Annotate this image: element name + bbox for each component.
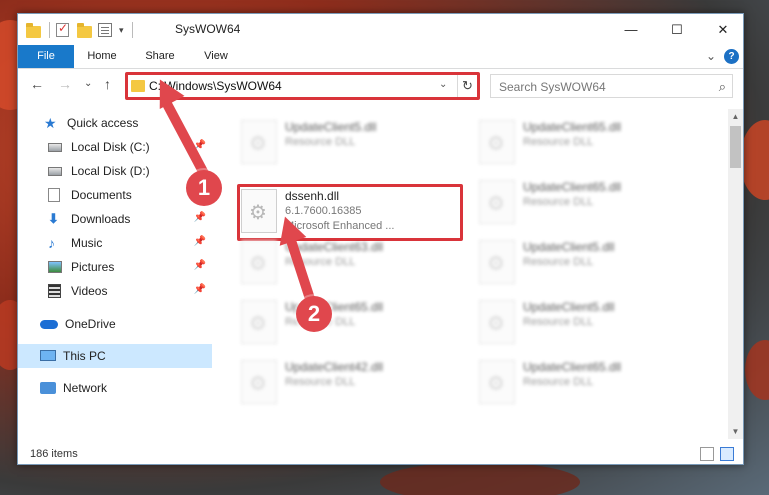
pin-icon[interactable]: 📌 [194,260,206,271]
item-count: 186 items [30,448,78,460]
dll-file-icon [241,240,277,284]
new-folder-icon[interactable] [77,22,92,38]
properties-list-icon[interactable] [98,22,113,38]
background-leaf [740,120,769,200]
toolbar-divider [131,22,133,38]
customize-toolbar-icon[interactable]: ▾ [119,25,124,36]
dll-file-icon [479,300,515,344]
window-title: SysWOW64 [175,22,241,36]
file-tile[interactable]: UpdateClient5.dll Resource DLL [475,235,703,291]
scrollbar-thumb[interactable] [730,126,741,168]
this-pc-icon [40,349,56,363]
sidebar-item-local-disk-d[interactable]: Local Disk (D:) [18,159,212,183]
status-bar: 186 items [18,444,743,465]
navigation-pane: ★ Quick access Local Disk (C:) 📌 Local D… [18,109,214,439]
tab-home[interactable]: Home [80,45,124,68]
dll-file-icon [241,300,277,344]
close-button[interactable]: ✕ [700,14,746,45]
toolbar-divider [49,22,50,38]
file-tile[interactable]: UpdateClient5.dll Resource DLL [237,115,465,171]
sidebar-item-videos[interactable]: Videos 📌 [18,279,212,303]
network-icon [40,381,56,395]
back-icon[interactable]: ← [30,76,44,92]
scroll-down-icon[interactable]: ▼ [728,427,743,436]
up-icon[interactable]: ↑ [104,76,111,92]
tab-view[interactable]: View [196,45,236,68]
music-icon: ♪ [48,235,55,251]
dll-file-icon [479,240,515,284]
maximize-button[interactable]: ☐ [654,14,700,45]
sidebar-item-this-pc[interactable]: This PC [18,344,212,368]
file-tile[interactable]: UpdateClient42.dll Resource DLL [237,355,465,411]
search-input[interactable]: Search SysWOW64 ⌕ [490,74,733,98]
search-icon[interactable]: ⌕ [719,79,726,95]
help-icon[interactable]: ? [724,49,739,64]
dll-file-icon [479,360,515,404]
documents-icon [48,188,64,202]
file-highlight-box [237,184,463,241]
scroll-up-icon[interactable]: ▲ [728,112,743,121]
file-explorer-window: ▾ SysWOW64 — ☐ ✕ File Home Share View ⌄ … [17,13,744,465]
file-tile[interactable]: UpdateClient65.dll Resource DLL [475,115,703,171]
title-bar: ▾ SysWOW64 — ☐ ✕ [18,14,743,45]
step-1-badge: 1 [186,170,222,206]
quick-access-toolbar: ▾ [26,21,139,39]
sidebar-item-music[interactable]: ♪ Music 📌 [18,231,212,255]
sidebar-item-network[interactable]: Network [18,376,212,400]
file-tile[interactable]: UpdateClient63.dll Resource DLL [237,235,465,291]
pictures-icon [48,260,64,274]
tab-share[interactable]: Share [138,45,182,68]
sidebar-item-pictures[interactable]: Pictures 📌 [18,255,212,279]
step-2-badge: 2 [296,296,332,332]
minimize-button[interactable]: — [608,14,654,45]
recent-locations-icon[interactable]: ⌄ [84,78,92,89]
background-leaf [745,340,769,400]
pin-icon[interactable]: 📌 [194,284,206,295]
videos-icon [48,284,64,298]
file-tile[interactable]: UpdateClient5.dll Resource DLL [475,295,703,351]
file-tile[interactable]: UpdateClient65.dll Resource DLL [475,355,703,411]
background-leaf [380,462,580,495]
drive-icon [48,140,64,154]
vertical-scrollbar[interactable]: ▲ ▼ [728,109,743,439]
search-placeholder: Search SysWOW64 [499,80,606,94]
downloads-icon: ⬇ [48,211,59,226]
star-icon: ★ [44,115,57,131]
expand-ribbon-icon[interactable]: ⌄ [706,49,716,63]
file-tile[interactable]: UpdateClient65.dll Resource DLL [475,175,703,231]
dll-file-icon [241,120,277,164]
sidebar-item-downloads[interactable]: ⬇ Downloads 📌 [18,207,212,231]
ribbon-tabs: File Home Share View ⌄ ? [18,45,743,69]
file-tile[interactable]: UpdateClient65.dll Resource DLL [237,295,465,351]
details-view-icon[interactable] [700,447,714,461]
dll-file-icon [479,120,515,164]
onedrive-icon [40,317,58,331]
drive-icon [48,164,64,178]
tiles-view-icon[interactable] [720,447,734,461]
sidebar-item-onedrive[interactable]: OneDrive [18,312,212,336]
address-row: ← → ⌄ ↑ C:\Windows\SysWOW64 ⌄ ↻ Search S… [18,69,743,103]
file-list: UpdateClient5.dll Resource DLL UpdateCli… [215,109,725,439]
pin-icon[interactable]: 📌 [194,212,206,223]
folder-icon [26,22,41,38]
forward-icon[interactable]: → [58,76,72,92]
dll-file-icon [241,360,277,404]
properties-check-icon[interactable] [56,21,71,38]
pin-icon[interactable]: 📌 [194,236,206,247]
dll-file-icon [479,180,515,224]
tab-file[interactable]: File [18,45,74,68]
sidebar-item-documents[interactable]: Documents 📌 [18,183,212,207]
